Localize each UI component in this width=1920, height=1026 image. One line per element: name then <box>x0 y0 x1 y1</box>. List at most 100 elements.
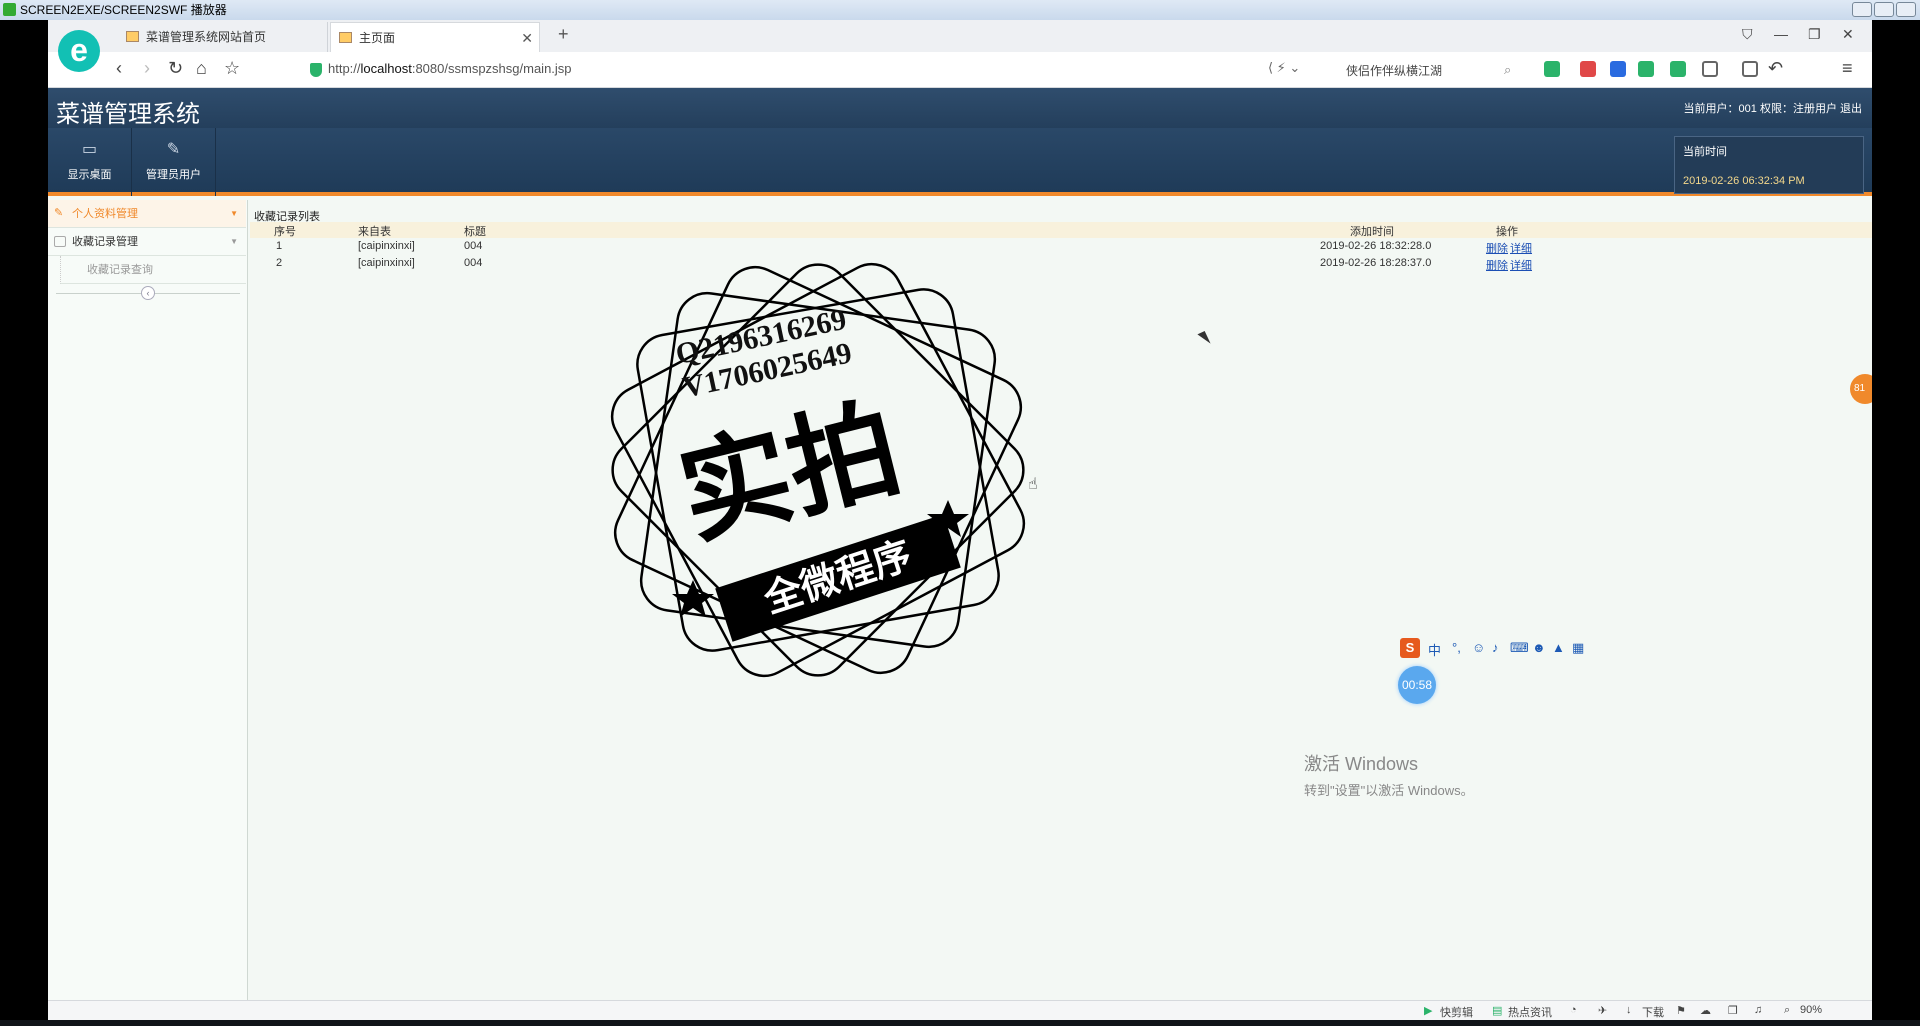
shirt-icon[interactable]: ⛉ <box>1742 26 1753 43</box>
grid-icon[interactable]: ▦ <box>1572 640 1584 656</box>
folder-icon <box>54 236 66 247</box>
undo-icon[interactable]: ↶ <box>1768 58 1783 79</box>
timer-bubble[interactable]: 00:58 <box>1398 666 1436 704</box>
col-time: 添加时间 <box>1350 226 1394 238</box>
restore-icon[interactable]: ❐ <box>1808 26 1821 43</box>
menu-icon[interactable]: ≡ <box>1842 58 1853 79</box>
speed-icon[interactable]: ◔ <box>1570 1004 1577 1016</box>
magnifier-ext-icon[interactable] <box>1610 61 1626 77</box>
minimize-icon[interactable] <box>1852 2 1872 17</box>
page-icon <box>339 32 352 43</box>
ime-mode[interactable]: 中 <box>1428 640 1441 659</box>
tab-close-icon[interactable]: ✕ <box>521 23 533 53</box>
player-titlebar: SCREEN2EXE/SCREEN2SWF 播放器 <box>0 0 1920 20</box>
sidebar-item-label: 收藏记录管理 <box>72 236 138 248</box>
delete-link[interactable]: 删除 <box>1486 243 1508 255</box>
chevron-down-icon: ▼ <box>230 209 238 218</box>
sogou-logo-icon[interactable]: S <box>1400 638 1420 658</box>
search-icon[interactable]: ⌕ <box>1504 62 1511 78</box>
menu-admin-user[interactable]: ✎ 管理员用户 <box>132 128 216 196</box>
watermark-stamp: Q2196316269 V1706025649 实拍 全微程序 <box>598 250 1038 690</box>
detail-link[interactable]: 详细 <box>1510 243 1532 255</box>
zoom-icon[interactable]: ⌕ <box>1784 1004 1790 1017</box>
browser-logo-icon: e <box>58 30 100 72</box>
refresh-icon[interactable]: ↻ <box>168 58 183 79</box>
taskbar <box>0 1020 1920 1026</box>
game-ext-icon[interactable] <box>1638 61 1654 77</box>
sidebar-item-favorites[interactable]: 收藏记录管理 ▼ <box>48 228 246 256</box>
nav-bar: ‹ › ↻ ⌂ ☆ http://localhost:8080/ssmspzsh… <box>48 52 1872 88</box>
search-input[interactable]: 侠侣作伴纵横江湖 <box>1346 62 1442 79</box>
player-logo-icon <box>3 3 16 16</box>
col-from: 来自表 <box>358 226 391 238</box>
home-icon[interactable]: ⌂ <box>196 58 207 79</box>
keyboard-icon[interactable]: ⌨ <box>1510 640 1529 656</box>
shield-icon <box>310 63 322 77</box>
bookmark-icon[interactable] <box>1742 61 1758 77</box>
delete-link[interactable]: 删除 <box>1486 260 1508 272</box>
zoom-level[interactable]: 90% <box>1800 1004 1822 1016</box>
punctuation-icon[interactable]: °, <box>1452 640 1461 655</box>
flag-icon[interactable]: ⚑ <box>1676 1004 1686 1017</box>
mic-icon[interactable]: ♪ <box>1492 640 1499 655</box>
tab-main[interactable]: 主页面 ✕ <box>330 22 540 52</box>
address-bar[interactable]: http://localhost:8080/ssmspzshsg/main.js… <box>328 61 572 76</box>
user-info[interactable]: 当前用户：001 权限：注册用户 退出 <box>1684 100 1862 116</box>
browser-window: 菜谱管理系统网站首页 主页面 ✕ + ⛉ — ❐ ✕ e ‹ › ↻ ⌂ ☆ h… <box>48 20 1872 1020</box>
close-icon[interactable] <box>1896 2 1916 17</box>
status-clip[interactable]: 快剪辑 <box>1440 1004 1473 1020</box>
star-icon[interactable]: ☆ <box>224 58 240 79</box>
new-tab-icon[interactable]: + <box>558 24 569 45</box>
activation-hint: 转到"设置"以激活 Windows。 <box>1304 783 1474 798</box>
translate-ext-icon[interactable] <box>1544 61 1560 77</box>
pencil-icon: ✎ <box>54 207 64 219</box>
cell-from: [caipinxinxi] <box>358 257 415 269</box>
ime-toolbar: S 中 °, ☺ ♪ ⌨ ☻ ▲ ▦ <box>1400 638 1872 660</box>
forward-icon[interactable]: › <box>144 58 150 79</box>
clip-icon[interactable]: ▶ <box>1424 1004 1432 1017</box>
chevron-left-icon[interactable]: ‹ <box>141 286 155 300</box>
pencil-icon: ✎ <box>166 141 181 158</box>
status-download[interactable]: 下载 <box>1642 1004 1664 1020</box>
sidebar-item-favorites-query[interactable]: 收藏记录查询 <box>60 256 246 284</box>
news-icon[interactable]: ▤ <box>1492 1004 1502 1017</box>
hand-cursor-icon: ☝ <box>1028 476 1038 493</box>
cloud-icon[interactable]: ☁ <box>1700 1004 1711 1017</box>
sidebar-item-profile[interactable]: ✎ 个人资料管理 ▼ <box>48 200 246 228</box>
cell-no: 2 <box>276 257 283 269</box>
time-value: 2019-02-26 06:32:34 PM <box>1683 175 1805 187</box>
tab-label: 主页面 <box>359 31 396 45</box>
status-news[interactable]: 热点资讯 <box>1508 1004 1552 1020</box>
tab-home[interactable]: 菜谱管理系统网站首页 <box>118 22 328 52</box>
detail-link[interactable]: 详细 <box>1510 260 1532 272</box>
share-icon[interactable]: ⟨ ⚡ ⌄ <box>1268 60 1300 76</box>
cell-title: 004 <box>464 240 483 252</box>
volume-icon[interactable]: ♫ <box>1754 1004 1762 1016</box>
app-menu: ▭ 显示桌面 ✎ 管理员用户 当前时间 2019-02-26 06:32:34 … <box>48 128 1872 196</box>
minimize-icon[interactable]: — <box>1774 26 1788 42</box>
skin-icon[interactable]: ▲ <box>1552 640 1565 655</box>
copy-icon[interactable]: ❐ <box>1728 1004 1738 1017</box>
chevron-down-icon: ▼ <box>230 237 238 246</box>
shield-ext-icon[interactable] <box>1670 61 1686 77</box>
sidebar-item-label: 个人资料管理 <box>72 208 138 220</box>
grid-icon[interactable] <box>1702 61 1718 77</box>
menu-show-desktop[interactable]: ▭ 显示桌面 <box>48 128 132 196</box>
scissors-ext-icon[interactable] <box>1580 61 1596 77</box>
maximize-icon[interactable] <box>1874 2 1894 17</box>
col-op: 操作 <box>1496 226 1518 238</box>
download-icon[interactable]: ↓ <box>1626 1004 1632 1016</box>
user-icon[interactable]: ☻ <box>1532 640 1546 655</box>
back-icon[interactable]: ‹ <box>116 58 122 79</box>
col-no: 序号 <box>274 226 296 238</box>
windows-activation: 激活 Windows 转到"设置"以激活 Windows。 <box>1304 750 1474 799</box>
table-header: 序号 来自表 标题 添加时间 操作 <box>250 222 1872 238</box>
pin-icon[interactable]: ✈ <box>1598 1004 1607 1017</box>
emoji-icon[interactable]: ☺ <box>1472 640 1485 655</box>
side-badge[interactable]: 81 <box>1850 374 1872 404</box>
cell-title: 004 <box>464 257 483 269</box>
player-window: SCREEN2EXE/SCREEN2SWF 播放器 菜谱管理系统网站首页 主页面… <box>0 0 1920 1026</box>
sidebar-collapse[interactable]: ‹ <box>56 286 240 300</box>
close-icon[interactable]: ✕ <box>1842 26 1854 43</box>
cell-op: 删除 详细 <box>1486 240 1534 256</box>
